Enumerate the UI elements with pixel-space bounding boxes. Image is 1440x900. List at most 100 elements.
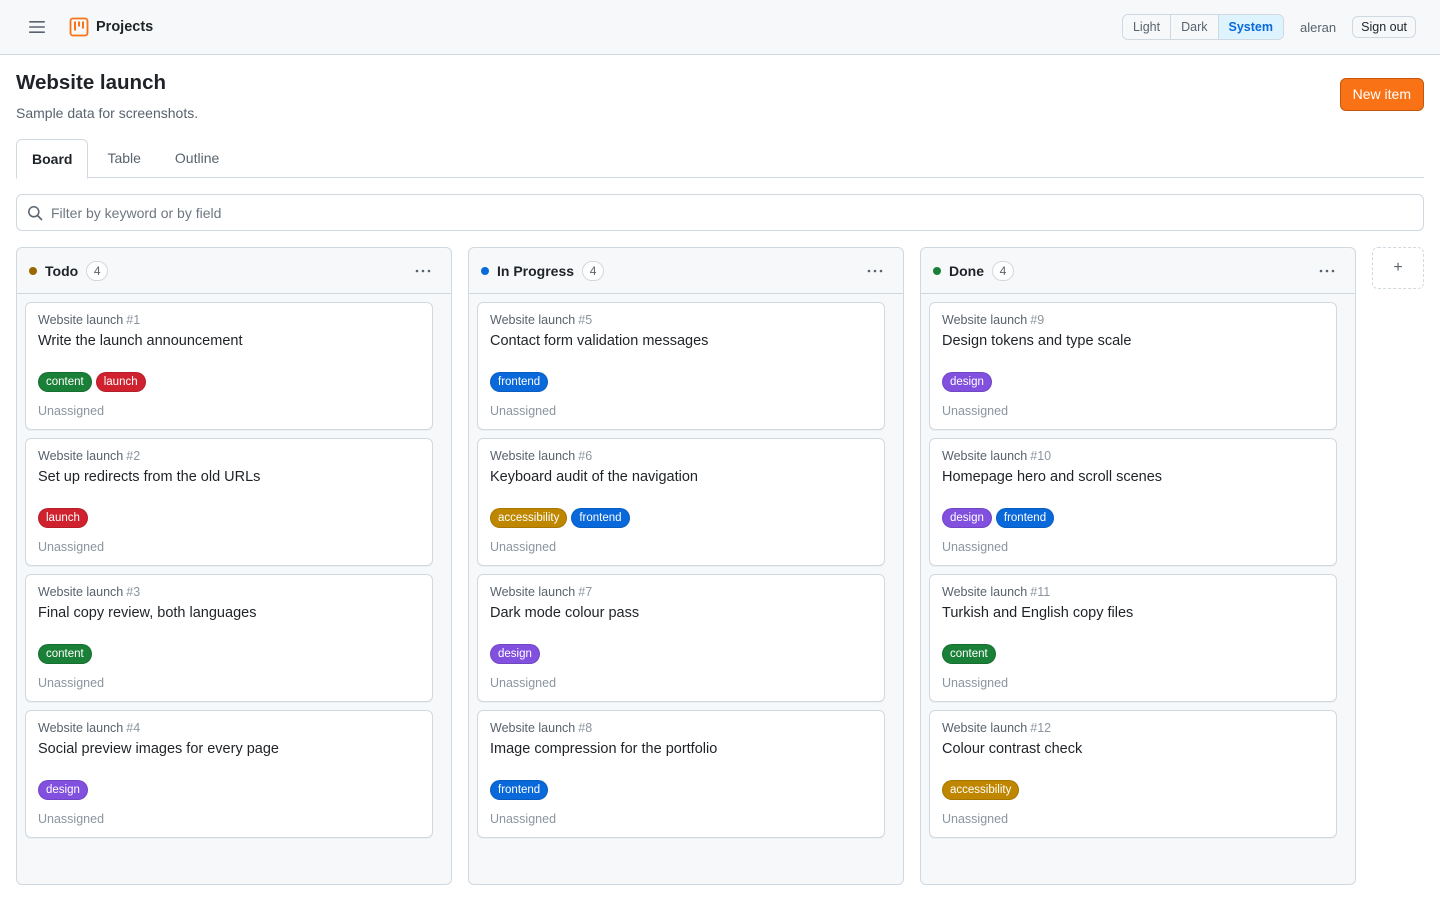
label-design[interactable]: design (942, 508, 992, 528)
label-frontend[interactable]: frontend (490, 780, 549, 800)
card-project: Website launch (490, 721, 576, 735)
board: Todo 4 Website launch #1 Write the launch… (16, 247, 1424, 885)
theme-dark-button[interactable]: Dark (1171, 15, 1219, 39)
column-name: Todo (45, 262, 79, 279)
issue-card[interactable]: Website launch #1 Write the launch announ… (25, 302, 433, 430)
label-design[interactable]: design (490, 644, 540, 664)
label-frontend[interactable]: frontend (571, 508, 630, 528)
column-count: 4 (582, 260, 605, 281)
add-column-button[interactable]: + (1372, 247, 1424, 289)
theme-light-button[interactable]: Light (1122, 15, 1172, 39)
card-assignee: Unassigned (490, 676, 557, 690)
card-labels: accessibility (942, 780, 1324, 800)
card-labels: frontend (490, 372, 872, 392)
board-column-in-progress: In Progress 4 Website launch #5 Contact f… (468, 247, 904, 885)
hamburger-menu-icon[interactable] (20, 10, 54, 44)
card-project: Website launch (38, 721, 124, 735)
card-meta: Website launch #9 (942, 313, 1324, 327)
card-number: #1 (126, 313, 141, 327)
label-accessibility[interactable]: accessibility (942, 780, 1020, 800)
column-count: 4 (992, 260, 1014, 281)
search-icon (28, 205, 43, 220)
card-project: Website launch (490, 313, 576, 327)
card-meta: Website launch #1 (38, 313, 420, 327)
card-number: #3 (126, 585, 141, 599)
card-project: Website launch (38, 585, 124, 599)
card-labels: design (38, 780, 420, 800)
tab-table[interactable]: Table (92, 139, 155, 178)
label-content[interactable]: content (942, 644, 996, 664)
card-title: Colour contrast check (942, 741, 1083, 757)
card-labels: launch (38, 508, 420, 528)
card-title: Contact form validation messages (490, 333, 709, 349)
issue-card[interactable]: Website launch #7 Dark mode colour pass d… (477, 574, 885, 702)
card-assignee: Unassigned (942, 676, 1009, 690)
issue-card[interactable]: Website launch #5 Contact form validation… (477, 302, 885, 430)
issue-card[interactable]: Website launch #6 Keyboard audit of the n… (477, 438, 885, 566)
column-name: Done (949, 262, 984, 279)
card-number: #11 (1030, 585, 1051, 599)
card-labels: design frontend (942, 508, 1324, 528)
card-number: #6 (578, 449, 593, 463)
kebab-more-icon[interactable] (861, 259, 889, 283)
issue-card[interactable]: Website launch #8 Image compression for t… (477, 710, 885, 838)
issue-card[interactable]: Website launch #11 Turkish and English co… (929, 574, 1337, 702)
view-tabs: Board Table Outline (16, 139, 1424, 179)
card-project: Website launch (942, 585, 1028, 599)
issue-card[interactable]: Website launch #10 Homepage hero and scro… (929, 438, 1337, 566)
issue-card[interactable]: Website launch #12 Colour contrast check … (929, 710, 1337, 838)
card-meta: Website launch #2 (38, 449, 420, 463)
card-number: #4 (126, 721, 141, 735)
main-content: Website launch Sample data for screensho… (0, 55, 1440, 885)
kebab-more-icon[interactable] (409, 259, 437, 283)
card-number: #2 (126, 449, 141, 463)
card-meta: Website launch #6 (490, 449, 872, 463)
card-number: #5 (578, 313, 593, 327)
card-labels: design (942, 372, 1324, 392)
issue-card[interactable]: Website launch #9 Design tokens and type … (929, 302, 1337, 430)
top-bar: Projects Light Dark System aleran Sign o… (0, 0, 1440, 55)
label-launch[interactable]: launch (38, 508, 88, 528)
filter-input[interactable] (51, 204, 1423, 221)
card-assignee: Unassigned (38, 812, 105, 826)
issue-card[interactable]: Website launch #2 Set up redirects from t… (25, 438, 433, 566)
label-frontend[interactable]: frontend (995, 508, 1055, 528)
issue-card[interactable]: Website launch #3 Final copy review, both… (25, 574, 433, 702)
label-design[interactable]: design (942, 372, 992, 392)
label-content[interactable]: content (38, 644, 92, 664)
label-frontend[interactable]: frontend (490, 372, 549, 392)
tab-board[interactable]: Board (16, 139, 89, 179)
label-launch[interactable]: launch (95, 372, 146, 392)
new-item-button[interactable]: New item (1339, 78, 1424, 111)
column-header: In Progress 4 (469, 248, 903, 294)
card-meta: Website launch #10 (942, 449, 1324, 463)
card-meta: Website launch #4 (38, 721, 420, 735)
card-assignee: Unassigned (942, 540, 1009, 554)
sign-out-button[interactable]: Sign out (1352, 16, 1416, 38)
card-labels: content (38, 644, 420, 664)
card-project: Website launch (38, 313, 124, 327)
card-number: #12 (1030, 721, 1052, 735)
tab-outline[interactable]: Outline (160, 139, 234, 178)
label-content[interactable]: content (38, 372, 92, 392)
card-assignee: Unassigned (38, 676, 105, 690)
card-project: Website launch (942, 449, 1028, 463)
filter-bar (16, 194, 1424, 231)
board-column-done: Done 4 Website launch #9 Design tokens an… (920, 247, 1356, 885)
column-cards: Website launch #1 Write the launch announ… (17, 294, 451, 854)
label-design[interactable]: design (38, 780, 88, 800)
kebab-more-icon[interactable] (1313, 259, 1341, 283)
page-title: Website launch (16, 71, 166, 94)
label-accessibility[interactable]: accessibility (490, 508, 568, 528)
app-brand[interactable]: Projects (69, 17, 153, 37)
theme-system-button[interactable]: System (1218, 15, 1283, 39)
card-labels: design (490, 644, 872, 664)
card-assignee: Unassigned (942, 812, 1009, 826)
column-status-dot (933, 266, 941, 275)
card-assignee: Unassigned (490, 404, 557, 418)
card-title: Keyboard audit of the navigation (490, 469, 698, 485)
card-number: #7 (578, 585, 593, 599)
card-project: Website launch (38, 449, 124, 463)
issue-card[interactable]: Website launch #4 Social preview images f… (25, 710, 433, 838)
card-number: #8 (578, 721, 593, 735)
